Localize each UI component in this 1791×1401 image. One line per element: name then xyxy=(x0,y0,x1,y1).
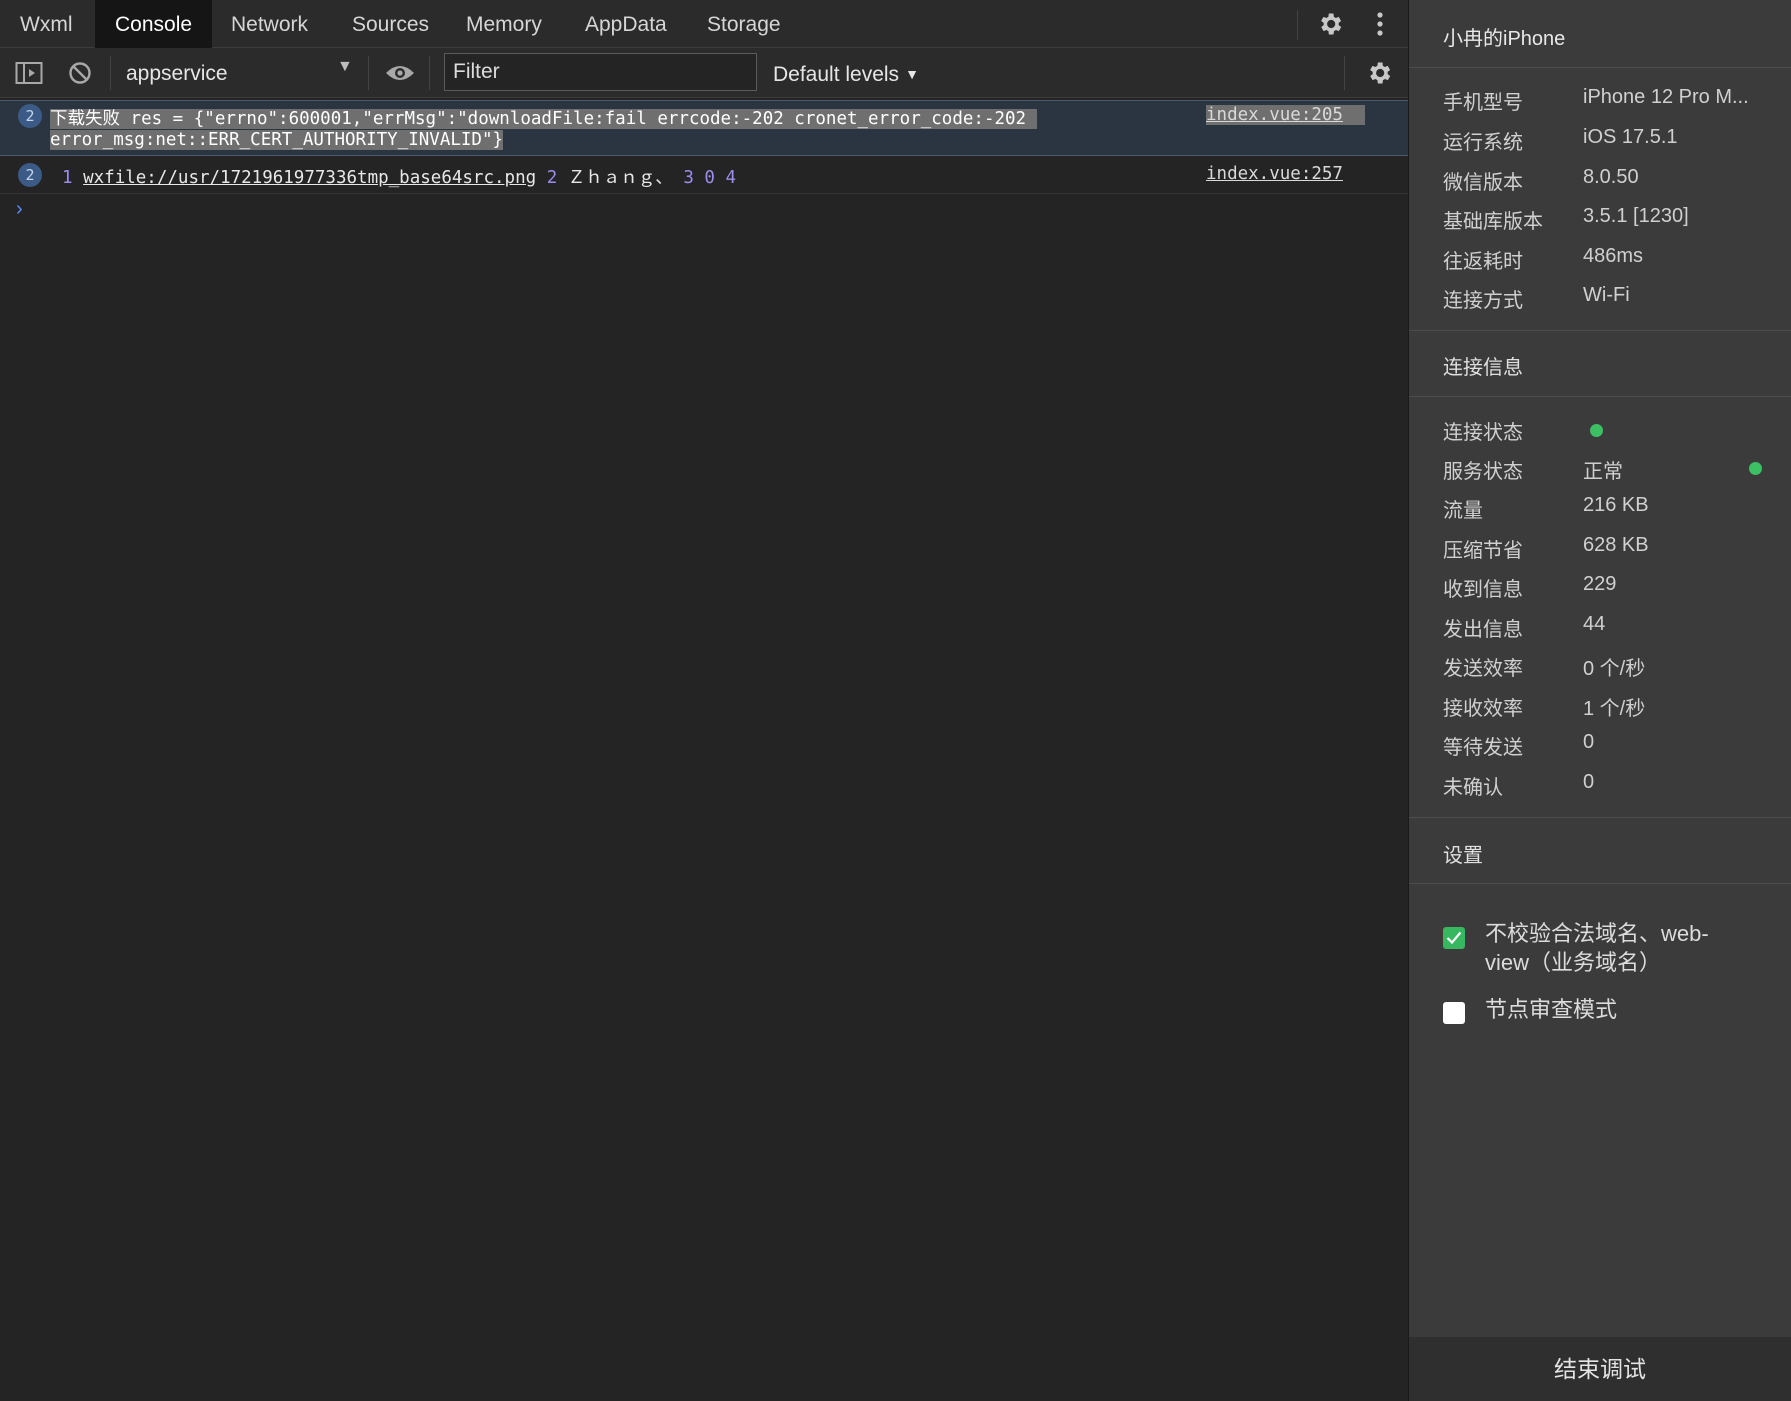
info-value: 1 个/秒 xyxy=(1583,698,1646,720)
divider xyxy=(1409,883,1791,884)
remote-debug-panel: 小冉的iPhone 手机型号 iPhone 12 Pro M... 运行系统 iOS… xyxy=(1409,0,1791,1401)
repeat-count-badge: 2 xyxy=(18,163,42,187)
info-key: 手机型号 xyxy=(1443,92,1523,114)
info-key: 往返耗时 xyxy=(1443,251,1523,273)
log-levels-dropdown[interactable]: Default levels ▼ xyxy=(773,56,919,93)
info-value: 0 xyxy=(1583,771,1595,793)
section-title-connection: 连接信息 xyxy=(1443,357,1523,379)
log-number: 1 xyxy=(62,168,73,188)
context-select[interactable]: appservice xyxy=(126,56,228,90)
info-value: 486ms xyxy=(1583,245,1644,267)
devtools-tab-bar: Wxml Console Network Sources Memory AppD… xyxy=(0,0,1408,48)
info-key: 发送效率 xyxy=(1443,658,1523,680)
info-value: iOS 17.5.1 xyxy=(1583,126,1678,148)
info-key: 运行系统 xyxy=(1443,132,1523,154)
info-key: 流量 xyxy=(1443,500,1483,522)
info-value: 0 xyxy=(1583,731,1595,753)
info-key: 接收效率 xyxy=(1443,698,1523,720)
tabbar-separator xyxy=(1297,10,1298,40)
devtools-panel: Wxml Console Network Sources Memory AppD… xyxy=(0,0,1408,1401)
divider xyxy=(1409,330,1791,331)
log-number: 2 xyxy=(546,168,558,188)
info-value: 229 xyxy=(1583,573,1617,595)
toolbar-separator xyxy=(429,56,430,90)
status-dot-icon xyxy=(1590,424,1603,437)
clear-console-icon[interactable] xyxy=(65,58,95,88)
setting-label-line: view（业务域名） xyxy=(1485,950,1662,975)
tab-console[interactable]: Console xyxy=(95,0,213,48)
log-number: 0 xyxy=(704,168,715,188)
console-message-text-line2: error_msg:net::ERR_CERT_AUTHORITY_INVALI… xyxy=(50,130,504,150)
source-link[interactable]: index.vue:257 xyxy=(1206,164,1343,184)
setting-skip-domain-check[interactable]: 不校验合法域名、web-view（业务域名） xyxy=(1409,915,1791,985)
console-settings-gear-icon[interactable] xyxy=(1364,58,1394,88)
repeat-count-badge: 2 xyxy=(18,104,42,128)
toolbar-separator xyxy=(1344,56,1345,90)
setting-label: 节点审查模式 xyxy=(1485,997,1618,1022)
console-message-log[interactable]: 2 1 wxfile://usr/1721961977336tmp_base64… xyxy=(0,157,1408,194)
console-message-text-line1: 下载失败 res = {"errno":600001,"errMsg":"dow… xyxy=(50,105,1037,130)
divider xyxy=(1409,67,1791,68)
info-value: 3.5.1 [1230] xyxy=(1583,205,1689,227)
setting-label-line: 不校验合法域名、web- xyxy=(1485,921,1709,946)
console-message-text: 1 wxfile://usr/1721961977336tmp_base64sr… xyxy=(62,164,736,189)
info-key: 微信版本 xyxy=(1443,172,1523,194)
divider xyxy=(1409,817,1791,818)
log-levels-label: Default levels xyxy=(773,63,900,86)
info-value: Wi-Fi xyxy=(1583,284,1630,306)
info-value: 44 xyxy=(1583,613,1606,635)
checkbox-checked[interactable] xyxy=(1443,927,1465,949)
tab-network[interactable]: Network xyxy=(211,0,328,48)
info-value: 8.0.50 xyxy=(1583,166,1639,188)
checkbox-unchecked[interactable] xyxy=(1443,1002,1465,1024)
info-key: 连接方式 xyxy=(1443,290,1523,312)
info-key: 发出信息 xyxy=(1443,619,1523,641)
section-title-settings: 设置 xyxy=(1443,845,1483,867)
log-number: 4 xyxy=(725,168,737,188)
file-path-link[interactable]: wxfile://usr/1721961977336tmp_base64src.… xyxy=(83,168,536,188)
info-key: 未确认 xyxy=(1443,777,1503,799)
source-link[interactable]: index.vue:205 xyxy=(1206,105,1365,125)
tab-storage[interactable]: Storage xyxy=(687,0,801,48)
info-key: 连接状态 xyxy=(1443,422,1523,444)
setting-label: 不校验合法域名、web-view（业务域名） xyxy=(1485,919,1709,977)
settings-gear-icon[interactable] xyxy=(1314,8,1346,40)
tab-appdata[interactable]: AppData xyxy=(565,0,687,48)
info-value: 216 KB xyxy=(1583,494,1649,516)
live-expression-eye-icon[interactable] xyxy=(384,58,416,88)
info-value: iPhone 12 Pro M... xyxy=(1583,86,1749,108)
info-row-service-status: 服务状态 正常 xyxy=(1443,455,1773,485)
console-toolbar: appservice ▼ Default levels ▼ xyxy=(0,48,1408,98)
sidebar-toggle-icon[interactable] xyxy=(14,58,44,88)
checkmark-icon xyxy=(1446,931,1462,945)
filter-input[interactable] xyxy=(444,53,757,91)
tab-sources[interactable]: Sources xyxy=(332,0,449,48)
info-value: 正常 xyxy=(1583,461,1623,483)
console-message-error[interactable]: 2 下载失败 res = {"errno":600001,"errMsg":"d… xyxy=(0,100,1408,156)
divider xyxy=(1409,396,1791,397)
info-key: 服务状态 xyxy=(1443,461,1523,483)
setting-node-inspect-mode[interactable]: 节点审查模式 xyxy=(1409,993,1791,1033)
selected-text: 下载失败 res = {"errno":600001,"errMsg":"dow… xyxy=(50,109,1037,129)
info-value: 628 KB xyxy=(1583,534,1649,556)
end-debug-button[interactable]: 结束调试 xyxy=(1409,1337,1791,1401)
tab-memory[interactable]: Memory xyxy=(446,0,562,48)
chevron-down-icon: ▼ xyxy=(905,66,919,82)
chevron-down-icon[interactable]: ▼ xyxy=(337,58,353,76)
info-key: 等待发送 xyxy=(1443,737,1523,759)
more-vertical-icon[interactable] xyxy=(1366,8,1394,40)
log-number: 3 xyxy=(683,168,694,188)
info-key: 基础库版本 xyxy=(1443,211,1543,233)
toolbar-separator xyxy=(368,56,369,90)
info-key: 收到信息 xyxy=(1443,579,1523,601)
tab-wxml[interactable]: Wxml xyxy=(0,0,92,48)
device-name: 小冉的iPhone xyxy=(1443,28,1566,50)
status-dot-icon xyxy=(1749,462,1762,475)
selected-text: error_msg:net::ERR_CERT_AUTHORITY_INVALI… xyxy=(50,130,504,150)
console-prompt-icon[interactable]: › xyxy=(16,198,23,221)
info-value: 0 个/秒 xyxy=(1583,658,1646,680)
toolbar-separator xyxy=(110,56,111,90)
log-string: Ｚｈａｎｇ、 xyxy=(567,168,673,188)
info-key: 压缩节省 xyxy=(1443,540,1523,562)
